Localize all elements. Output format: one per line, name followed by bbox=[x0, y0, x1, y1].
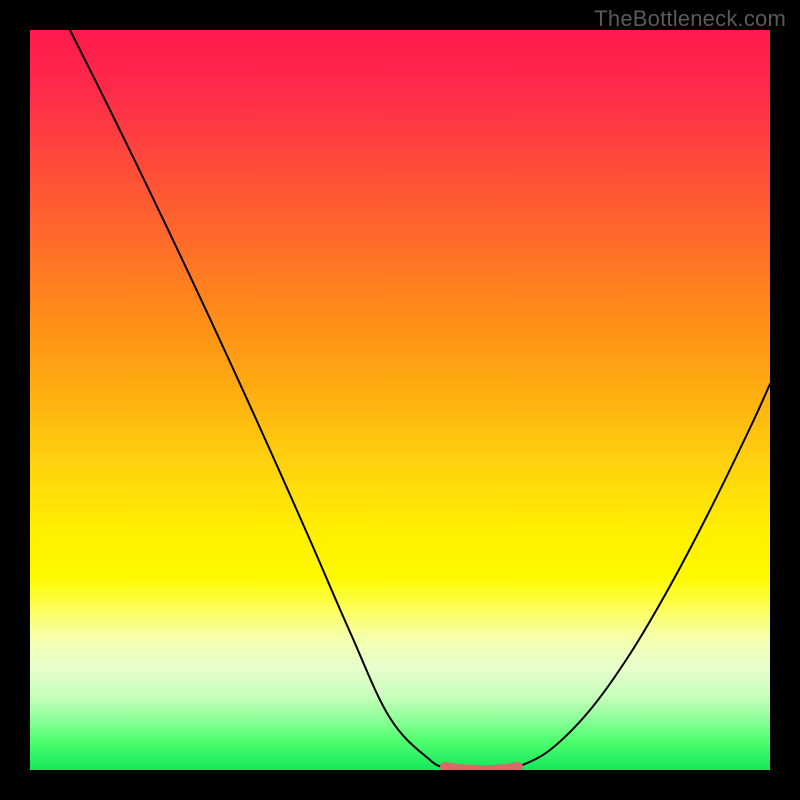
bottleneck-curve-right bbox=[518, 384, 770, 767]
chart-svg bbox=[30, 30, 770, 770]
chart-frame: TheBottleneck.com bbox=[0, 0, 800, 800]
watermark-text: TheBottleneck.com bbox=[594, 6, 786, 32]
bottleneck-flat-marker bbox=[445, 767, 518, 770]
bottleneck-curve-left bbox=[70, 30, 445, 767]
plot-area bbox=[30, 30, 770, 770]
